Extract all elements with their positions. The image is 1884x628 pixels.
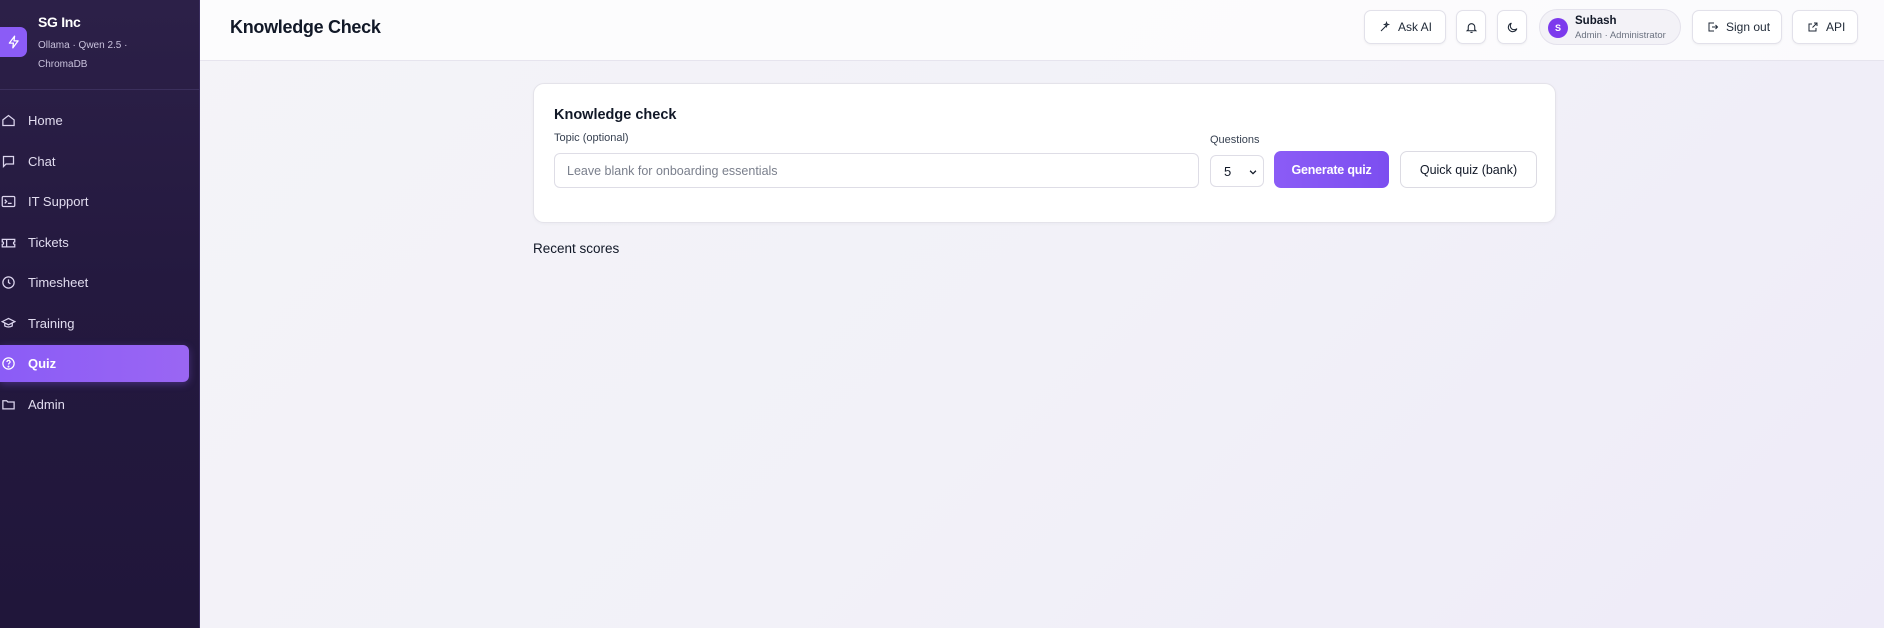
brand-subtitle: Ollama · Qwen 2.5 · ChromaDB bbox=[38, 40, 128, 70]
brand-name: SG Inc bbox=[38, 14, 81, 30]
sidebar-item-admin[interactable]: Admin bbox=[0, 386, 189, 423]
page-title: Knowledge Check bbox=[230, 17, 381, 37]
knowledge-check-card: Knowledge check Topic (optional) Questio… bbox=[533, 83, 1556, 223]
sign-out-icon bbox=[1708, 22, 1719, 32]
user-role: Admin · Administrator bbox=[1575, 30, 1666, 41]
sidebar-item-chat[interactable]: Chat bbox=[0, 143, 189, 180]
moon-icon bbox=[1507, 22, 1517, 32]
quick-quiz-button[interactable]: Quick quiz (bank) bbox=[1400, 151, 1537, 188]
sidebar-nav: Home Chat IT Support Tickets Timesheet T… bbox=[0, 102, 200, 426]
sidebar-item-label: Quiz bbox=[28, 356, 57, 371]
user-name: Subash bbox=[1575, 15, 1617, 27]
questions-select[interactable]: 5 bbox=[1210, 155, 1264, 187]
sidebar-item-label: Tickets bbox=[28, 234, 69, 250]
sidebar-item-label: IT Support bbox=[28, 194, 89, 209]
chat-icon bbox=[2, 155, 15, 168]
sidebar-item-home[interactable]: Home bbox=[0, 102, 189, 139]
ticket-icon bbox=[1, 238, 16, 247]
lightning-icon bbox=[0, 27, 27, 57]
notifications-button[interactable] bbox=[1456, 10, 1486, 44]
card-title: Knowledge check bbox=[554, 107, 677, 123]
sidebar-item-timesheet[interactable]: Timesheet bbox=[0, 264, 189, 301]
external-link-icon bbox=[1808, 22, 1818, 32]
sidebar-item-quiz[interactable]: Quiz bbox=[0, 345, 189, 382]
top-bar: Knowledge Check Ask AI S Subash Admin · … bbox=[200, 0, 1884, 61]
api-button[interactable]: API bbox=[1792, 10, 1858, 44]
bell-icon bbox=[1465, 22, 1477, 33]
ask-ai-label: Ask AI bbox=[1398, 20, 1433, 34]
topic-input[interactable] bbox=[554, 153, 1199, 188]
questions-label: Questions bbox=[1210, 134, 1260, 146]
sidebar-item-label: Timesheet bbox=[28, 275, 89, 290]
topic-label: Topic (optional) bbox=[554, 132, 629, 144]
generate-quiz-button[interactable]: Generate quiz bbox=[1274, 151, 1389, 188]
ask-ai-button[interactable]: Ask AI bbox=[1364, 10, 1446, 44]
sign-out-button[interactable]: Sign out bbox=[1692, 10, 1782, 44]
sidebar-item-label: Chat bbox=[28, 153, 56, 169]
brand-header: SG Inc Ollama · Qwen 2.5 · ChromaDB bbox=[0, 0, 199, 90]
sign-out-label: Sign out bbox=[1726, 20, 1771, 34]
sidebar-item-it-support[interactable]: IT Support bbox=[0, 183, 189, 220]
home-icon bbox=[2, 114, 15, 127]
questions-value: 5 bbox=[1224, 164, 1232, 179]
graduation-cap-icon bbox=[1, 317, 16, 328]
sidebar-item-tickets[interactable]: Tickets bbox=[0, 224, 189, 261]
avatar: S bbox=[1548, 18, 1568, 38]
sidebar-item-label: Admin bbox=[28, 396, 65, 412]
sidebar-item-training[interactable]: Training bbox=[0, 305, 189, 342]
api-label: API bbox=[1826, 20, 1846, 34]
folder-icon bbox=[2, 399, 15, 409]
theme-toggle-button[interactable] bbox=[1497, 10, 1527, 44]
sidebar-item-label: Home bbox=[28, 113, 63, 128]
help-circle-icon bbox=[2, 357, 15, 370]
sidebar: SG Inc Ollama · Qwen 2.5 · ChromaDB Home… bbox=[0, 0, 200, 628]
sidebar-item-label: Training bbox=[28, 315, 75, 331]
recent-scores-heading: Recent scores bbox=[533, 241, 620, 256]
terminal-icon bbox=[1, 195, 16, 208]
chevron-down-icon bbox=[1249, 170, 1257, 175]
sparkle-icon bbox=[1380, 21, 1391, 32]
user-menu[interactable]: S Subash Admin · Administrator bbox=[1539, 9, 1681, 45]
clock-icon bbox=[2, 276, 15, 289]
